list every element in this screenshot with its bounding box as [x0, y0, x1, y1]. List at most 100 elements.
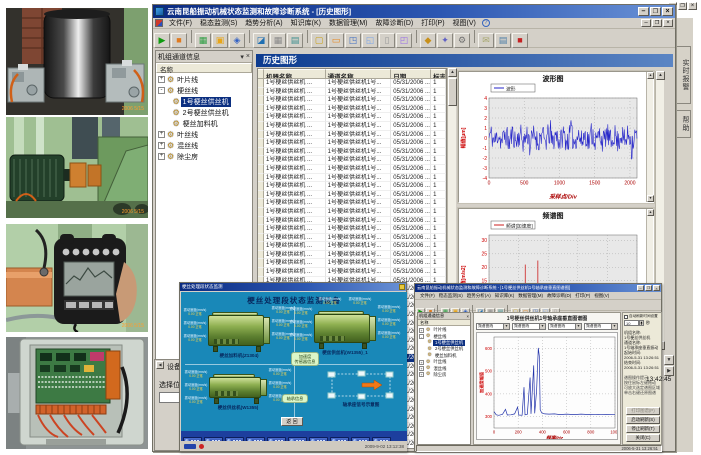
spectrum-curve-combobox[interactable]: 频谱曲线▼	[512, 323, 546, 330]
menu-item[interactable]: 趋势分析(A)	[465, 293, 493, 299]
table-row[interactable]: 1号梗丝供丝机 ...1号梗丝供丝机1号...05/31/2006 ...1	[258, 225, 446, 234]
toolbar-button[interactable]: ▣	[212, 33, 228, 48]
menu-item[interactable]: 数据管理(M)	[516, 293, 545, 299]
child-minimize-button[interactable]: –	[641, 19, 651, 27]
chevron-down-icon[interactable]: ▼	[503, 324, 509, 329]
pin-icon[interactable]: ▾	[240, 53, 244, 61]
table-row[interactable]: 1号梗丝供丝机 ...1号梗丝供丝机1号...05/31/2006 ...1	[258, 131, 446, 140]
panel-button[interactable]: 停止刷新(T)	[626, 425, 660, 433]
menu-item[interactable]: 稳态监测(S)	[196, 17, 241, 29]
close-button[interactable]: ×	[653, 285, 660, 291]
tree-item-label[interactable]: 叶片线	[175, 75, 200, 85]
tree-expander-icon[interactable]: +	[419, 366, 424, 371]
table-row[interactable]: 1号梗丝供丝机 ...1号梗丝供丝机1号...05/31/2006 ...1	[258, 208, 446, 217]
table-row[interactable]: 1号梗丝供丝机 ...1号梗丝供丝机1号...05/31/2006 ...1	[258, 174, 446, 183]
toolbar-button[interactable]: ▢	[311, 33, 327, 48]
tree-expander-icon[interactable]: +	[158, 153, 165, 160]
tree-item-label[interactable]: 梗丝加料机	[433, 353, 458, 359]
toolbar-button[interactable]: ■	[171, 33, 187, 48]
tree-expander-icon[interactable]: +	[158, 142, 165, 149]
menu-item[interactable]: 打印(P)	[417, 17, 448, 29]
scroll-up-arrow[interactable]: ▲	[448, 68, 457, 77]
menu-item[interactable]: 知识库(K)	[493, 293, 517, 299]
tree-item[interactable]: +⚙除尘房	[419, 372, 470, 378]
help-icon[interactable]: ?	[482, 19, 490, 27]
toolbar-button[interactable]: ▦	[195, 33, 211, 48]
table-row[interactable]: 1号梗丝供丝机 ...1号梗丝供丝机1号...05/31/2006 ...1	[258, 251, 446, 260]
waveform-frame-scrollbar[interactable]: ▲ ▼	[646, 72, 653, 202]
menu-item[interactable]: 趋势分析(A)	[241, 17, 286, 29]
auto-refresh-checkbox[interactable]	[624, 315, 628, 319]
scroll-up-arrow[interactable]: ▲	[647, 72, 654, 79]
toolbar-button[interactable]: ▦	[270, 33, 286, 48]
scroll-thumb[interactable]	[448, 78, 457, 106]
tree-item[interactable]: ⚙2号梗丝供丝机	[158, 107, 252, 118]
table-row[interactable]: 1号梗丝供丝机 ...1号梗丝供丝机1号...05/31/2006 ...1	[258, 113, 446, 122]
pane-scroll-right-button[interactable]: ▶	[664, 366, 674, 376]
menu-item[interactable]: 打印(P)	[573, 293, 592, 299]
tree-item[interactable]: +⚙叶丝线	[158, 129, 252, 140]
spectrum-curve-combobox[interactable]: 频谱曲线▼	[548, 323, 582, 330]
toolbar-button[interactable]: ◪	[253, 33, 269, 48]
column-header[interactable]: 机器名称	[264, 69, 326, 79]
tree-item-label[interactable]: 混丝线	[431, 366, 448, 372]
toolbar-button[interactable]: ▶	[154, 33, 170, 48]
tree-item-label[interactable]: 混丝线	[175, 141, 200, 151]
scroll-down-arrow[interactable]: ▼	[647, 195, 654, 202]
close-panel-icon[interactable]: ×	[467, 314, 469, 319]
restore-button[interactable]: ❐	[645, 285, 652, 291]
back-button[interactable]: 返 回	[281, 417, 303, 426]
menu-item[interactable]: 文件(F)	[165, 17, 196, 29]
table-row[interactable]: 1号梗丝供丝机 ...1号梗丝供丝机1号...05/31/2006 ...1	[258, 148, 446, 157]
toolbar-button[interactable]: ◳	[345, 33, 361, 48]
toolbar-button[interactable]: ▤	[287, 33, 303, 48]
panel-button[interactable]: 打印图谱(P)	[626, 407, 660, 415]
tree-item-label[interactable]: 梗丝加料机	[181, 119, 220, 129]
tree-item-label[interactable]: 梗丝线	[431, 334, 448, 340]
tree-item[interactable]: -⚙梗丝线	[158, 85, 252, 96]
tree-expander-icon[interactable]: +	[419, 372, 424, 377]
table-row[interactable]: 1号梗丝供丝机 ...1号梗丝供丝机1号...05/31/2006 ...1	[258, 156, 446, 165]
toolbar-button[interactable]: ▤	[495, 33, 511, 48]
tree-item-label[interactable]: 1号梗丝供丝机	[181, 97, 231, 107]
table-row[interactable]: 1号梗丝供丝机 ...1号梗丝供丝机1号...05/31/2006 ...1	[258, 191, 446, 200]
chevron-down-icon[interactable]: ▼	[539, 324, 545, 329]
toolbar-button[interactable]: ✉	[478, 33, 494, 48]
minimize-button[interactable]: –	[638, 7, 649, 16]
interval-input[interactable]: 10	[624, 320, 639, 326]
table-row[interactable]: 1号梗丝供丝机 ...1号梗丝供丝机1号...05/31/2006 ...1	[258, 165, 446, 174]
tree-expander-icon[interactable]: +	[419, 328, 424, 333]
table-row[interactable]: 1号梗丝供丝机 ...1号梗丝供丝机1号...05/31/2006 ...1	[258, 242, 446, 251]
tree-item-label[interactable]: 除尘房	[431, 372, 448, 378]
table-row[interactable]: 1号梗丝供丝机 ...1号梗丝供丝机1号...05/31/2006 ...1	[258, 182, 446, 191]
menu-item[interactable]: 文件(F)	[418, 293, 437, 299]
column-header[interactable]: 通道名称	[326, 69, 392, 79]
table-row[interactable]: 1号梗丝供丝机 ...1号梗丝供丝机1号...05/31/2006 ...1	[258, 217, 446, 226]
toolbar-button[interactable]: ▭	[328, 33, 344, 48]
column-header[interactable]: 标志	[431, 69, 446, 79]
toolbar-button[interactable]: ▯	[379, 33, 395, 48]
chevron-down-icon[interactable]: ▼	[575, 324, 581, 329]
child-close-button[interactable]: ×	[663, 19, 673, 27]
child-restore-button[interactable]: ❐	[652, 19, 662, 27]
scada-close-icon[interactable]	[399, 284, 405, 290]
table-row[interactable]: 1号梗丝供丝机 ...1号梗丝供丝机1号...05/31/2006 ...1	[258, 199, 446, 208]
tree-item[interactable]: ⚙梗丝加料机	[158, 118, 252, 129]
panel-scroll-left-button[interactable]: ◀	[156, 361, 164, 369]
menu-item[interactable]: 数据管理(M)	[325, 17, 372, 29]
column-header[interactable]: 日期	[391, 69, 431, 79]
tree-item[interactable]: +⚙混丝线	[158, 140, 252, 151]
tree-expander-icon[interactable]: -	[158, 87, 165, 94]
bg-close-button[interactable]: ×	[688, 2, 697, 10]
tree-expander-icon[interactable]: -	[419, 334, 424, 339]
menu-item[interactable]: 故障诊断(D)	[371, 17, 417, 29]
table-row[interactable]: 1号梗丝供丝机 ...1号梗丝供丝机1号...05/31/2006 ...1	[258, 105, 446, 114]
table-row[interactable]: 1号梗丝供丝机 ...1号梗丝供丝机1号...05/31/2006 ...1	[258, 79, 446, 88]
table-row[interactable]: 1号梗丝供丝机 ...1号梗丝供丝机1号...05/31/2006 ...1	[258, 96, 446, 105]
spectrum-curve-combobox[interactable]: 频谱曲线▼	[476, 323, 510, 330]
tree-item-label[interactable]: 叶丝线	[431, 359, 448, 365]
tree-item-label[interactable]: 2号梗丝供丝机	[181, 108, 231, 118]
tree-item-label[interactable]: 梗丝线	[175, 86, 200, 96]
table-row[interactable]: 1号梗丝供丝机 ...1号梗丝供丝机1号...05/31/2006 ...1	[258, 259, 446, 268]
menu-item[interactable]: 稳态监测(S)	[437, 293, 465, 299]
